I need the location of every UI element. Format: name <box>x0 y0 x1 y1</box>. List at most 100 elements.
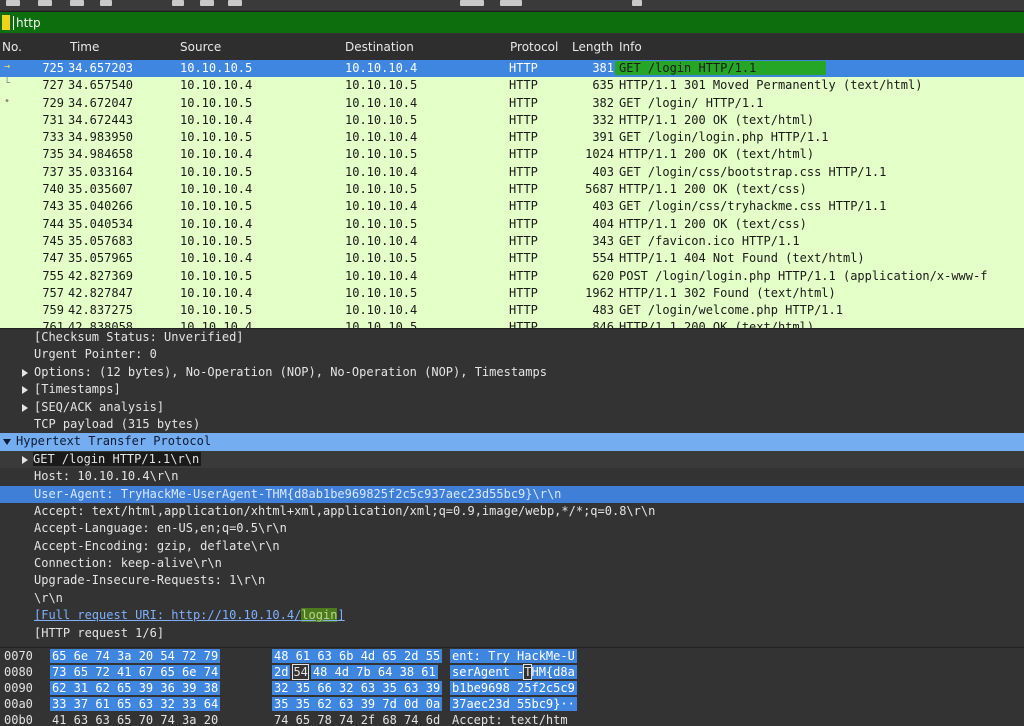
packet-protocol: HTTP <box>509 233 538 248</box>
toolbar-button[interactable] <box>38 0 52 6</box>
detail-tcp-payload[interactable]: TCP payload (315 bytes) <box>0 416 1024 433</box>
packet-time: 34.672047 <box>68 95 134 110</box>
hex-bytes[interactable]: 62 31 62 65 39 36 39 38 <box>50 681 221 695</box>
toolbar-button[interactable] <box>632 0 642 6</box>
detail-host[interactable]: Host: 10.10.10.4\r\n <box>0 468 1024 485</box>
hex-row[interactable]: 00a0 33 37 61 65 63 32 33 64 35 35 62 63… <box>0 696 1024 712</box>
display-filter-input[interactable] <box>16 14 1016 32</box>
detail-timestamps[interactable]: [Timestamps] <box>0 381 1024 398</box>
column-header-length[interactable]: Length <box>572 40 613 54</box>
hex-ascii[interactable]: serAgent - <box>450 665 525 679</box>
toolbar-button[interactable] <box>228 0 242 6</box>
hex-bytes[interactable]: 73 65 72 41 67 65 6e 74 <box>50 665 221 679</box>
packet-info: GET /login HTTP/1.1 <box>615 61 827 75</box>
packet-row[interactable]: └ 727 34.657540 10.10.10.4 10.10.10.5 HTTP 635… <box>0 77 1024 94</box>
hex-bytes[interactable]: 74 65 78 74 2f 68 74 6d <box>274 713 440 726</box>
detail-seq-ack[interactable]: [SEQ/ACK analysis] <box>0 399 1024 416</box>
hex-ascii[interactable]: 37aec23d 55bc9}·· <box>450 697 577 711</box>
packet-row[interactable]: 745 35.057683 10.10.10.5 10.10.10.4 HTTP 343 G… <box>0 233 1024 250</box>
hex-row[interactable]: 00b0 41 63 63 65 70 74 3a 20 74 65 78 74… <box>0 712 1024 726</box>
packet-row[interactable]: 735 34.984658 10.10.10.4 10.10.10.5 HTTP 1024… <box>0 146 1024 163</box>
hex-ascii[interactable]: HM{d8a <box>531 665 577 679</box>
packet-rows: → 725 34.657203 10.10.10.5 10.10.10.4 HTTP 381… <box>0 60 1024 328</box>
hex-bytes[interactable]: 48 4d 7b 64 38 61 <box>310 665 438 679</box>
detail-urgent-pointer[interactable]: Urgent Pointer: 0 <box>0 346 1024 363</box>
column-header-time[interactable]: Time <box>70 40 99 54</box>
packet-info: GET /login/login.php HTTP/1.1 <box>619 130 829 145</box>
detail-crlf[interactable]: \r\n <box>0 590 1024 607</box>
hex-offset: 00a0 <box>4 697 33 711</box>
packet-row[interactable]: 761 42.838058 10.10.10.4 10.10.10.5 HTTP 846 H… <box>0 319 1024 328</box>
detail-upgrade-insecure[interactable]: Upgrade-Insecure-Requests: 1\r\n <box>0 572 1024 589</box>
detail-full-request-uri[interactable]: [Full request URI: http://10.10.10.4/log… <box>0 607 1024 624</box>
hex-bytes[interactable]: 41 63 63 65 70 74 3a 20 <box>52 713 218 726</box>
full-request-uri-link[interactable]: [Full request URI: http://10.10.10.4/log… <box>34 608 345 623</box>
column-header-protocol[interactable]: Protocol <box>510 40 558 54</box>
packet-info: HTTP/1.1 200 OK (text/css) <box>619 182 807 197</box>
packet-row[interactable]: 755 42.827369 10.10.10.5 10.10.10.4 HTTP 620 P… <box>0 268 1024 285</box>
collapse-arrow-icon[interactable] <box>3 439 11 446</box>
packet-protocol: HTTP <box>509 199 538 214</box>
bookmark-icon[interactable] <box>2 15 10 30</box>
packet-row[interactable]: 759 42.837275 10.10.10.5 10.10.10.4 HTTP 483 G… <box>0 302 1024 319</box>
hex-bytes[interactable]: 65 6e 74 3a 20 54 72 79 <box>50 649 221 663</box>
detail-accept-language[interactable]: Accept-Language: en-US,en;q=0.5\r\n <box>0 520 1024 537</box>
toolbar-button[interactable] <box>500 0 522 6</box>
toolbar-button[interactable] <box>460 0 484 6</box>
packet-info: GET /login/css/tryhackme.css HTTP/1.1 <box>619 199 887 214</box>
expand-arrow-icon[interactable] <box>22 455 28 464</box>
hex-row[interactable]: 0080 73 65 72 41 67 65 6e 74 2d 54 48 4d 7… <box>0 664 1024 680</box>
packet-details-pane: [Checksum Status: Unverified] Urgent Poi… <box>0 328 1024 646</box>
hex-bytes[interactable]: 35 35 62 63 39 7d 0d 0a <box>272 697 443 711</box>
detail-http-request-count[interactable]: [HTTP request 1/6] <box>0 625 1024 642</box>
detail-connection[interactable]: Connection: keep-alive\r\n <box>0 555 1024 572</box>
hex-ascii[interactable]: Accept: text/htm <box>452 713 568 726</box>
hex-bytes[interactable]: 32 35 66 32 63 35 63 39 <box>272 681 443 695</box>
packet-row[interactable]: 733 34.983950 10.10.10.5 10.10.10.4 HTTP 391 G… <box>0 129 1024 146</box>
packet-row[interactable]: 757 42.827847 10.10.10.4 10.10.10.5 HTTP 1962… <box>0 285 1024 302</box>
column-header-destination[interactable]: Destination <box>345 40 414 54</box>
detail-accept[interactable]: Accept: text/html,application/xhtml+xml,… <box>0 503 1024 520</box>
toolbar-button[interactable] <box>100 0 112 6</box>
column-header-no[interactable]: No. <box>2 40 22 54</box>
packet-row[interactable]: • 729 34.672047 10.10.10.5 10.10.10.4 HTTP 382… <box>0 95 1024 112</box>
hex-row[interactable]: 0070 65 6e 74 3a 20 54 72 79 48 61 63 6b… <box>0 648 1024 664</box>
packet-length: 5687 <box>585 182 614 197</box>
packet-source: 10.10.10.4 <box>180 251 253 266</box>
packet-time: 34.657540 <box>68 78 134 93</box>
packet-row[interactable]: 740 35.035607 10.10.10.4 10.10.10.5 HTTP 5687… <box>0 181 1024 198</box>
packet-row[interactable]: 744 35.040534 10.10.10.4 10.10.10.5 HTTP 404 H… <box>0 216 1024 233</box>
packet-row[interactable]: 743 35.040266 10.10.10.5 10.10.10.4 HTTP 403 G… <box>0 198 1024 215</box>
hex-ascii[interactable]: ent: Try HackMe-U <box>450 649 577 663</box>
packet-row[interactable]: → 725 34.657203 10.10.10.5 10.10.10.4 HTTP 381… <box>0 60 1024 78</box>
toolbar-button[interactable] <box>6 0 20 6</box>
hex-row[interactable]: 0090 62 31 62 65 39 36 39 38 32 35 66 32… <box>0 680 1024 696</box>
packet-info: GET /login/css/bootstrap.css HTTP/1.1 <box>619 164 887 179</box>
detail-user-agent[interactable]: User-Agent: TryHackMe-UserAgent-THM{d8ab… <box>0 485 1024 503</box>
hex-bytes[interactable]: 33 37 61 65 63 32 33 64 <box>50 697 221 711</box>
toolbar-button[interactable] <box>70 0 84 6</box>
expand-arrow-icon[interactable] <box>22 403 28 412</box>
detail-accept-encoding[interactable]: Accept-Encoding: gzip, deflate\r\n <box>0 538 1024 555</box>
detail-http-section[interactable]: Hypertext Transfer Protocol <box>0 433 1024 451</box>
expand-arrow-icon[interactable] <box>22 386 28 395</box>
packet-time: 35.033164 <box>68 164 134 179</box>
column-header-source[interactable]: Source <box>180 40 221 54</box>
column-header-info[interactable]: Info <box>619 40 642 54</box>
hex-bytes[interactable]: 48 61 63 6b 4d 65 2d 55 <box>272 649 443 663</box>
expand-arrow-icon[interactable] <box>22 368 28 377</box>
packet-row[interactable]: 731 34.672443 10.10.10.4 10.10.10.5 HTTP 332 H… <box>0 112 1024 129</box>
packet-row[interactable]: 737 35.033164 10.10.10.5 10.10.10.4 HTTP 403 G… <box>0 164 1024 181</box>
detail-checksum-status[interactable]: [Checksum Status: Unverified] <box>0 329 1024 346</box>
hex-bytes[interactable]: 2d <box>272 665 291 679</box>
packet-length: 403 <box>592 164 614 179</box>
packet-source: 10.10.10.5 <box>180 61 253 75</box>
hex-cursor-byte[interactable]: 54 <box>292 664 309 680</box>
packet-protocol: HTTP <box>509 61 538 75</box>
packet-row[interactable]: 747 35.057965 10.10.10.4 10.10.10.5 HTTP 554 H… <box>0 250 1024 267</box>
detail-request-line[interactable]: GET /login HTTP/1.1\r\n <box>0 450 1024 469</box>
detail-options[interactable]: Options: (12 bytes), No-Operation (NOP),… <box>0 364 1024 381</box>
hex-ascii[interactable]: b1be9698 25f2c5c9 <box>450 681 577 695</box>
toolbar-button[interactable] <box>172 0 184 6</box>
toolbar-button[interactable] <box>200 0 214 6</box>
